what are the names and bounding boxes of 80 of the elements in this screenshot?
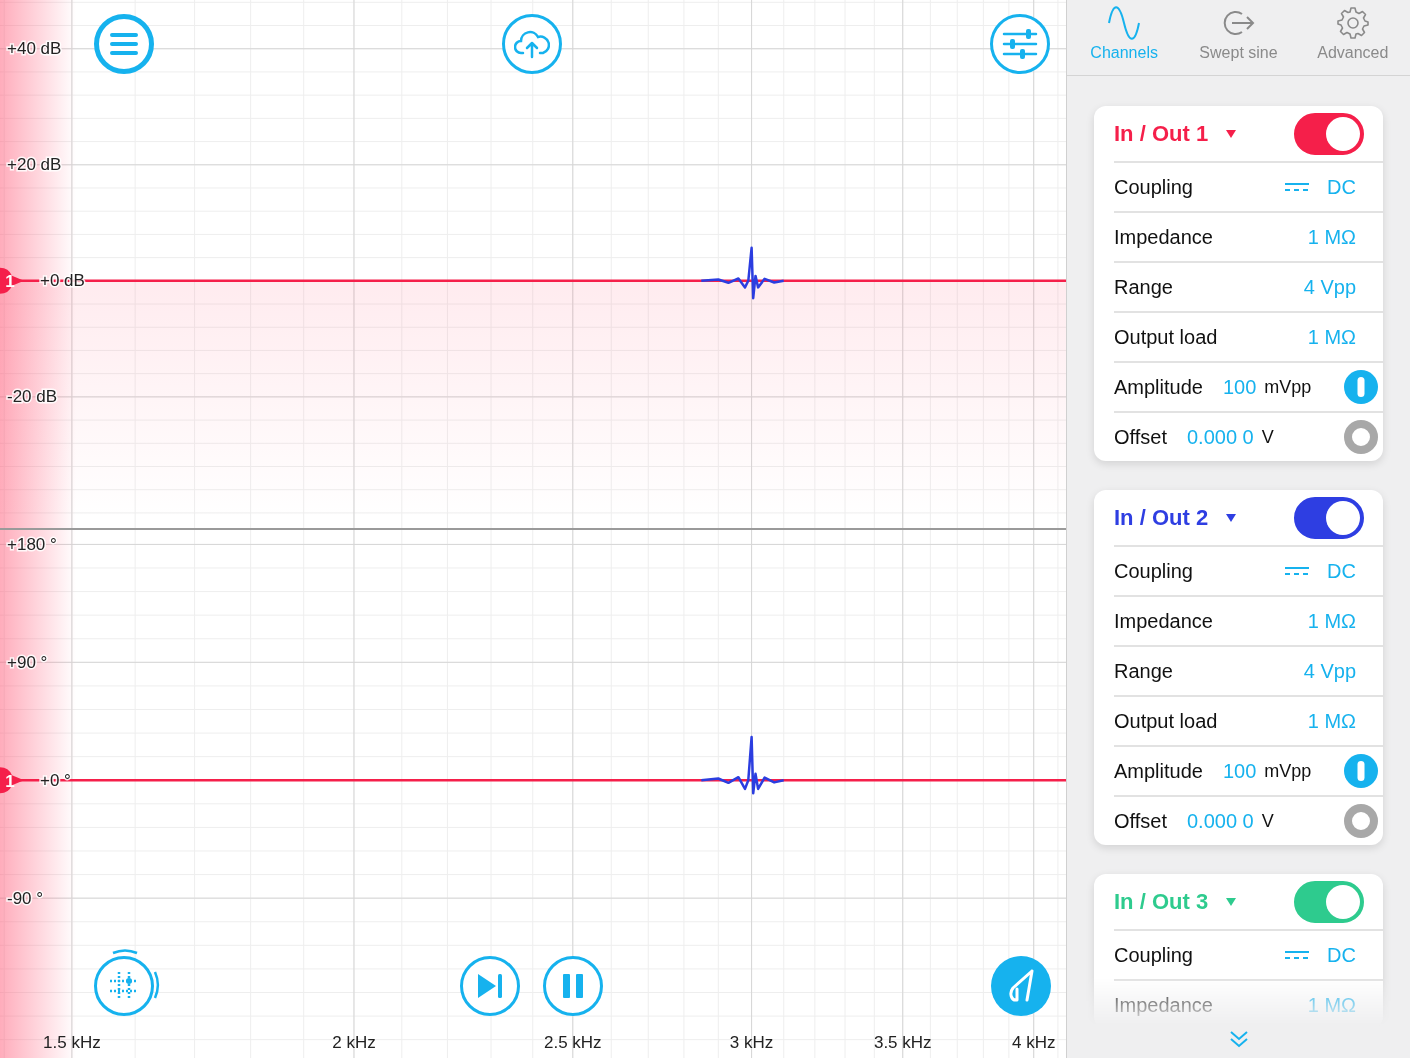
unit-label: mVpp xyxy=(1264,760,1312,782)
setting-label: Range xyxy=(1114,275,1173,299)
dial-icon[interactable] xyxy=(1344,420,1378,454)
setting-value[interactable]: DC xyxy=(1327,175,1356,199)
unit-label: mVpp xyxy=(1264,376,1312,398)
channel-dropdown[interactable]: In / Out 2 xyxy=(1114,504,1237,531)
sidebar-tab[interactable]: Swept sine xyxy=(1181,0,1296,75)
setting-value[interactable]: 1 MΩ xyxy=(1307,609,1356,633)
step-forward-icon xyxy=(475,972,505,1000)
axis-label: -20 dB xyxy=(7,387,58,407)
axis-label: +90 ° xyxy=(7,652,48,672)
caret-icon xyxy=(1226,129,1237,138)
setting-value[interactable]: 1 MΩ xyxy=(1307,325,1356,349)
axis-label: 3 kHz xyxy=(729,1032,774,1052)
channel-toggle[interactable] xyxy=(1294,112,1364,155)
menu-icon xyxy=(109,32,139,56)
dial-icon[interactable] xyxy=(1344,370,1378,404)
axis-label: 2.5 kHz xyxy=(543,1032,602,1052)
dc-icon xyxy=(1285,950,1310,960)
setting-value[interactable]: 4 Vpp xyxy=(1303,659,1356,683)
setting-label: Impedance xyxy=(1114,993,1213,1017)
dial-icon[interactable] xyxy=(1344,754,1378,788)
sliders-icon xyxy=(1002,28,1038,60)
step-forward-button[interactable] xyxy=(460,956,520,1016)
setting-label: Amplitude xyxy=(1114,375,1203,399)
cloud-upload-icon xyxy=(514,29,550,59)
channel-toggle[interactable] xyxy=(1294,496,1364,539)
settings-icon xyxy=(1335,6,1370,40)
axis-label: 1.5 kHz xyxy=(43,1032,101,1052)
menu-button[interactable] xyxy=(94,14,154,74)
axis-label: +180 ° xyxy=(7,534,57,554)
sine-wave-icon xyxy=(1107,6,1142,40)
setting-value[interactable]: DC xyxy=(1327,943,1356,967)
pause-icon xyxy=(560,972,586,1000)
setting-label: Range xyxy=(1114,659,1173,683)
pause-button[interactable] xyxy=(543,956,603,1016)
axis-label: 3.5 kHz xyxy=(873,1032,932,1052)
setting-value[interactable]: DC xyxy=(1327,559,1356,583)
axis-label: -90 ° xyxy=(7,888,44,908)
setting-value[interactable]: 1 MΩ xyxy=(1307,225,1356,249)
setting-value[interactable]: 1 MΩ xyxy=(1307,709,1356,733)
settings-button[interactable] xyxy=(990,14,1050,74)
setting-label: Coupling xyxy=(1114,943,1193,967)
setting-label: Amplitude xyxy=(1114,759,1203,783)
dial-icon[interactable] xyxy=(1344,804,1378,838)
caliper-button[interactable] xyxy=(991,956,1051,1016)
channel-dropdown[interactable]: In / Out 3 xyxy=(1114,888,1237,915)
caret-icon xyxy=(1226,513,1237,522)
chevron-down-icon[interactable] xyxy=(1229,1030,1249,1048)
channel-marker: 1 xyxy=(0,267,24,294)
setting-label: Output load xyxy=(1114,709,1218,733)
axis-label: +20 dB xyxy=(7,155,62,175)
grid-button[interactable] xyxy=(94,956,154,1016)
channel-toggle[interactable] xyxy=(1294,880,1364,923)
axis-label: 4 kHz xyxy=(1011,1032,1056,1052)
setting-label: Offset xyxy=(1114,425,1167,449)
upload-button[interactable] xyxy=(502,14,562,74)
setting-label: Impedance xyxy=(1114,609,1213,633)
setting-value[interactable]: 0.000 0 xyxy=(1187,809,1254,833)
setting-label: Output load xyxy=(1114,325,1218,349)
setting-value[interactable]: 100 xyxy=(1222,375,1257,399)
caret-icon xyxy=(1226,897,1237,906)
sidebar-tab[interactable]: Channels xyxy=(1067,0,1182,75)
channel-marker: 1 xyxy=(0,767,24,794)
axis-label: 2 kHz xyxy=(332,1032,376,1052)
setting-value[interactable]: 100 xyxy=(1222,759,1257,783)
sidebar-tab[interactable]: Advanced xyxy=(1295,0,1410,75)
setting-label: Coupling xyxy=(1114,175,1193,199)
dc-icon xyxy=(1285,182,1310,192)
axis-label: +40 dB xyxy=(7,39,62,59)
channel-dropdown[interactable]: In / Out 1 xyxy=(1114,120,1237,147)
unit-label: V xyxy=(1261,426,1274,448)
setting-value[interactable]: 0.000 0 xyxy=(1187,425,1254,449)
setting-value[interactable]: 1 MΩ xyxy=(1307,993,1356,1017)
setting-label: Coupling xyxy=(1114,559,1193,583)
setting-label: Offset xyxy=(1114,809,1167,833)
setting-label: Impedance xyxy=(1114,225,1213,249)
dc-icon xyxy=(1285,566,1310,576)
setting-value[interactable]: 4 Vpp xyxy=(1303,275,1356,299)
unit-label: V xyxy=(1261,810,1274,832)
